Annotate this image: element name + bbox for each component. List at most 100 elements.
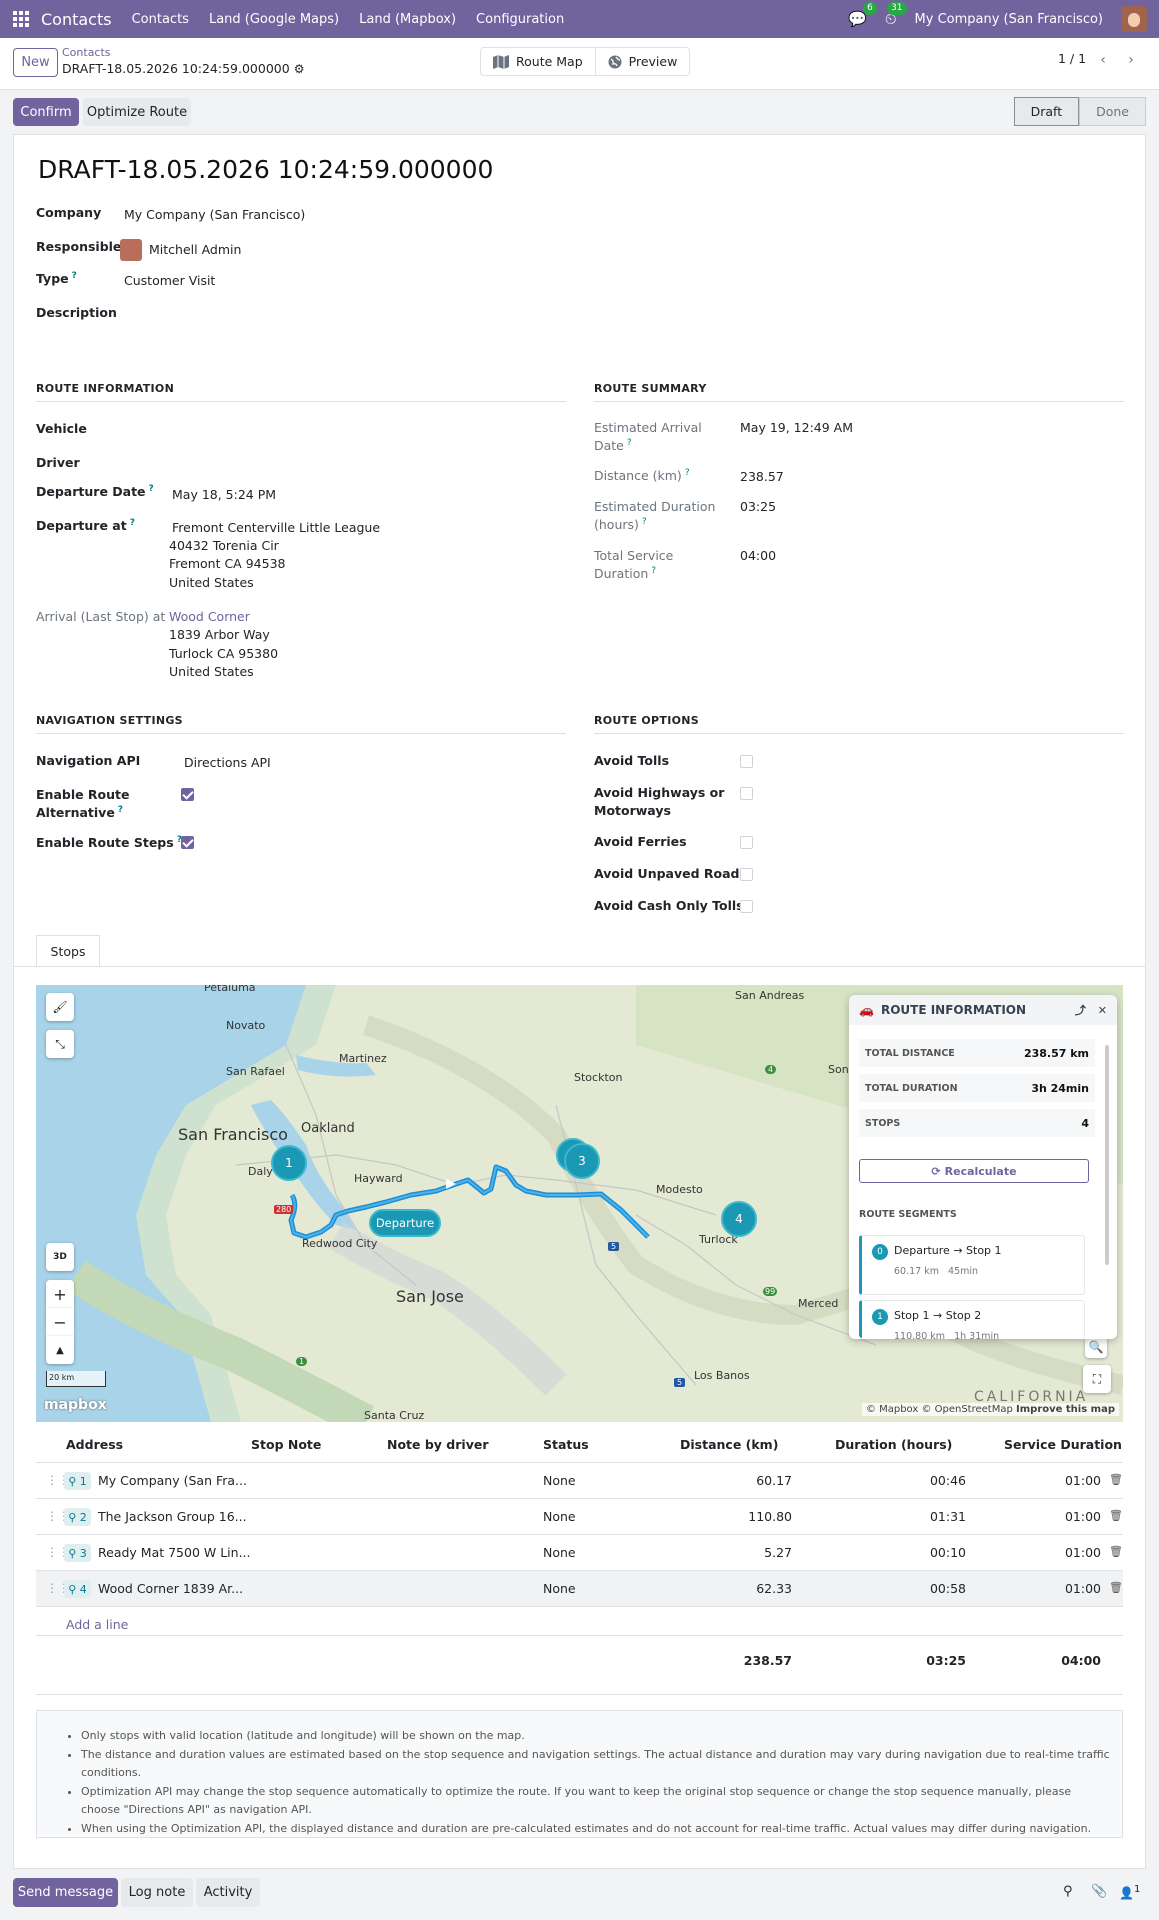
route-steps-checkbox[interactable]: [181, 836, 194, 849]
menu-configuration[interactable]: Configuration: [476, 12, 564, 27]
recalculate-button[interactable]: ⟳ Recalculate: [859, 1159, 1089, 1183]
row-address[interactable]: Wood Corner 1839 Ar...: [98, 1581, 243, 1596]
departure-marker[interactable]: Departure: [369, 1209, 441, 1237]
zoom-out-icon[interactable]: −: [46, 1308, 74, 1336]
drag-handle-icon[interactable]: ⋮⋮: [46, 1545, 70, 1559]
column-duration[interactable]: Duration (hours): [835, 1437, 952, 1452]
collapse-arrows-icon[interactable]: ⤡: [46, 1030, 74, 1058]
table-row[interactable]: ⋮⋮ ⚲ 4 Wood Corner 1839 Ar... None 62.33…: [36, 1571, 1123, 1607]
departure-date-field[interactable]: May 18, 5:24 PM: [172, 486, 276, 505]
help-icon[interactable]: ?: [651, 566, 656, 576]
followers-icon[interactable]: 👤1: [1119, 1884, 1140, 1900]
arrival-name-link[interactable]: Wood Corner: [169, 608, 250, 627]
table-row[interactable]: ⋮⋮ ⚲ 3 Ready Mat 7500 W Lin... None 5.27…: [36, 1535, 1123, 1571]
user-avatar[interactable]: [1121, 6, 1147, 32]
attribution-text[interactable]: © Mapbox © OpenStreetMap: [866, 1404, 1013, 1415]
zoom-in-icon[interactable]: +: [46, 1280, 74, 1308]
drag-handle-icon[interactable]: ⋮⋮: [46, 1509, 70, 1523]
trash-icon[interactable]: 🗑: [1109, 1581, 1123, 1594]
mapbox-logo[interactable]: mapbox: [44, 1397, 107, 1413]
avoid-cash-tolls-checkbox[interactable]: [740, 900, 753, 913]
route-segment[interactable]: 1 Stop 1 → Stop 2 110.80 km 1h 31min: [859, 1300, 1085, 1342]
pager-value[interactable]: 1 / 1: [1058, 51, 1086, 66]
stop-marker-1[interactable]: 1: [271, 1145, 307, 1181]
pager-next-icon[interactable]: ›: [1118, 47, 1144, 73]
stop-marker-3[interactable]: 3: [564, 1143, 600, 1179]
help-icon[interactable]: ?: [118, 805, 123, 815]
draw-brush-icon[interactable]: 🖌: [46, 993, 74, 1021]
activity-button[interactable]: Activity: [196, 1878, 260, 1907]
help-icon[interactable]: ?: [149, 484, 154, 494]
table-row[interactable]: ⋮⋮ ⚲ 2 The Jackson Group 16... None 110.…: [36, 1499, 1123, 1535]
close-icon[interactable]: ✕: [1098, 1004, 1107, 1017]
compass-icon[interactable]: ▲: [46, 1336, 74, 1364]
row-address[interactable]: Ready Mat 7500 W Lin...: [98, 1545, 251, 1560]
departure-at-name[interactable]: Fremont Centerville Little League: [172, 519, 380, 538]
stop-marker-4[interactable]: 4: [721, 1201, 757, 1237]
route-alternative-checkbox[interactable]: [181, 788, 194, 801]
optimize-route-button[interactable]: Optimize Route: [83, 98, 191, 126]
improve-map-link[interactable]: Improve this map: [1016, 1404, 1115, 1415]
breadcrumb-parent[interactable]: Contacts: [62, 46, 111, 59]
stage-draft[interactable]: Draft: [1013, 97, 1080, 126]
pager-previous-icon[interactable]: ‹: [1090, 47, 1116, 73]
help-icon[interactable]: ?: [130, 518, 135, 528]
map-zoom-search-icon[interactable]: 🔍: [1085, 1336, 1107, 1358]
avoid-unpaved-checkbox[interactable]: [740, 868, 753, 881]
table-row[interactable]: ⋮⋮ ⚲ 1 My Company (San Fra... None 60.17…: [36, 1463, 1123, 1499]
search-messages-icon[interactable]: ⚲: [1063, 1884, 1073, 1899]
add-line-link[interactable]: Add a line: [66, 1617, 128, 1632]
help-icon[interactable]: ?: [685, 468, 690, 478]
activity-clock-icon[interactable]: ⏲ 31: [885, 2, 907, 28]
column-status[interactable]: Status: [543, 1437, 589, 1452]
row-address[interactable]: The Jackson Group 16...: [98, 1509, 247, 1524]
route-alternative-label-line1: Enable Route: [36, 787, 130, 802]
share-icon[interactable]: ⤴: [1075, 1002, 1086, 1018]
stage-done[interactable]: Done: [1079, 97, 1146, 126]
avoid-ferries-checkbox[interactable]: [740, 836, 753, 849]
panel-scrollbar[interactable]: [1105, 1045, 1109, 1265]
avoid-tolls-checkbox[interactable]: [740, 755, 753, 768]
company-field[interactable]: My Company (San Francisco): [124, 206, 305, 225]
column-address[interactable]: Address: [66, 1437, 123, 1452]
column-distance[interactable]: Distance (km): [680, 1437, 778, 1452]
route-segment[interactable]: 0 Departure → Stop 1 60.17 km 45min: [859, 1235, 1085, 1295]
log-note-button[interactable]: Log note: [121, 1878, 193, 1907]
help-icon[interactable]: ?: [642, 517, 647, 527]
record-title[interactable]: DRAFT-18.05.2026 10:24:59.000000: [38, 155, 493, 184]
3d-toggle-button[interactable]: 3D: [46, 1243, 74, 1271]
chat-icon[interactable]: 💬 6: [848, 2, 877, 28]
navigation-api-field[interactable]: Directions API: [184, 754, 271, 773]
drag-handle-icon[interactable]: ⋮⋮: [46, 1473, 70, 1487]
send-message-button[interactable]: Send message: [13, 1878, 118, 1907]
trash-icon[interactable]: 🗑: [1109, 1545, 1123, 1558]
help-icon[interactable]: ?: [627, 438, 632, 448]
type-field[interactable]: Customer Visit: [124, 272, 215, 291]
company-switcher[interactable]: My Company (San Francisco): [915, 12, 1103, 27]
menu-land-mapbox[interactable]: Land (Mapbox): [359, 12, 456, 27]
trash-icon[interactable]: 🗑: [1109, 1509, 1123, 1522]
menu-contacts[interactable]: Contacts: [132, 12, 189, 27]
help-icon[interactable]: ?: [72, 271, 77, 281]
preview-button[interactable]: Preview: [594, 48, 690, 75]
tab-stops[interactable]: Stops: [36, 935, 100, 967]
avoid-highways-checkbox[interactable]: [740, 787, 753, 800]
row-address[interactable]: My Company (San Fra...: [98, 1473, 247, 1488]
fullscreen-icon[interactable]: ⛶: [1083, 1365, 1111, 1393]
responsible-field[interactable]: Mitchell Admin: [149, 241, 241, 260]
route-map-button[interactable]: Route Map: [481, 48, 595, 75]
menu-land-google-maps[interactable]: Land (Google Maps): [209, 12, 339, 27]
column-note-by-driver[interactable]: Note by driver: [387, 1437, 489, 1452]
apps-menu-icon[interactable]: [13, 11, 35, 27]
app-brand[interactable]: Contacts: [41, 10, 112, 29]
arrival-label: Arrival (Last Stop) at: [36, 609, 166, 624]
column-stop-note[interactable]: Stop Note: [251, 1437, 321, 1452]
column-service-duration[interactable]: Service Duration: [1004, 1437, 1122, 1452]
new-button[interactable]: New: [13, 48, 58, 77]
attachment-icon[interactable]: 📎: [1091, 1884, 1107, 1899]
drag-handle-icon[interactable]: ⋮⋮: [46, 1581, 70, 1595]
confirm-button[interactable]: Confirm: [13, 98, 79, 126]
route-map[interactable]: Petaluma Novato Martinez San Rafael Stoc…: [36, 985, 1123, 1422]
gear-icon[interactable]: ⚙: [294, 62, 305, 76]
trash-icon[interactable]: 🗑: [1109, 1473, 1123, 1486]
